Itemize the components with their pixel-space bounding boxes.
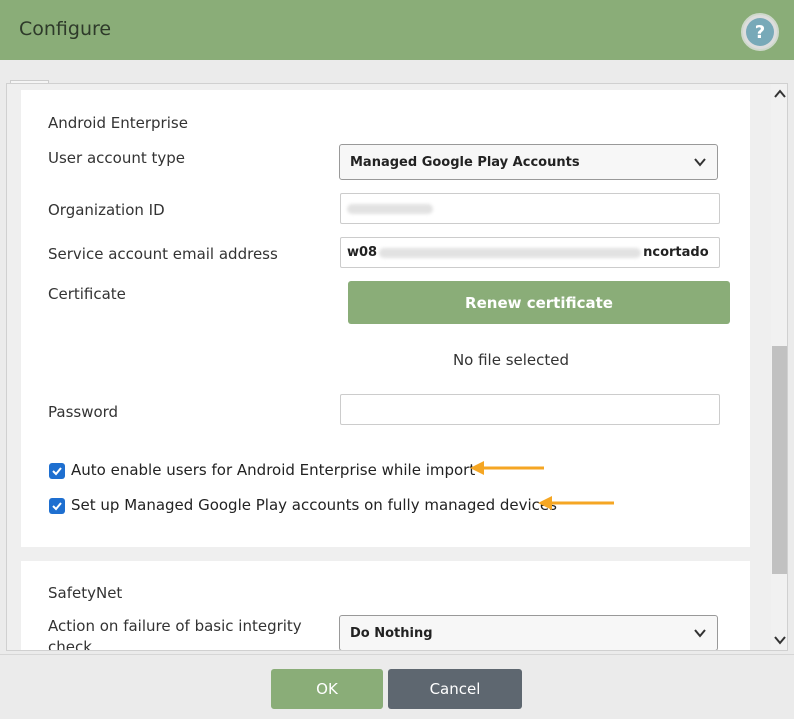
scroll-thumb[interactable] [772, 346, 787, 574]
checkmark-icon [52, 467, 62, 476]
managed-play-label[interactable]: Set up Managed Google Play accounts on f… [71, 496, 557, 514]
chevron-down-icon [694, 629, 706, 638]
help-button[interactable]: ? [741, 13, 779, 51]
safetynet-title: SafetyNet [48, 584, 123, 602]
certificate-label: Certificate [48, 285, 126, 303]
service-account-input[interactable]: w08 ncortado [340, 237, 720, 268]
vertical-scrollbar[interactable] [771, 84, 787, 650]
service-account-prefix: w08 [347, 245, 378, 260]
android-enterprise-title: Android Enterprise [48, 114, 188, 132]
arrow-left-icon [470, 461, 544, 475]
integrity-action-select[interactable]: Do Nothing [339, 615, 718, 650]
user-account-type-value: Managed Google Play Accounts [350, 154, 580, 170]
safetynet-card: SafetyNet Action on failure of basic int… [21, 561, 750, 651]
service-account-suffix: ncortado [643, 245, 709, 260]
integrity-action-label: Action on failure of basic integrity [48, 617, 302, 635]
chevron-up-icon [773, 89, 786, 98]
integrity-action-value: Do Nothing [350, 625, 433, 641]
auto-enable-checkbox[interactable] [49, 463, 65, 479]
integrity-action-label-cont: check [48, 638, 92, 651]
chevron-down-icon [694, 158, 706, 167]
redacted-value [347, 203, 433, 214]
user-account-type-label: User account type [48, 149, 185, 167]
checkmark-icon [52, 502, 62, 511]
user-account-type-select[interactable]: Managed Google Play Accounts [339, 144, 718, 180]
password-input[interactable] [340, 394, 720, 425]
redacted-value [379, 247, 642, 258]
dialog-title: Configure [19, 18, 112, 40]
password-label: Password [48, 403, 119, 421]
arrow-left-icon [538, 496, 614, 510]
renew-certificate-button[interactable]: Renew certificate [348, 281, 730, 324]
no-file-selected-text: No file selected [452, 351, 570, 369]
config-frame: Android Enterprise User account type Man… [6, 83, 788, 651]
auto-enable-label[interactable]: Auto enable users for Android Enterprise… [71, 461, 475, 479]
ok-button[interactable]: OK [271, 669, 383, 709]
android-enterprise-card: Android Enterprise User account type Man… [21, 90, 750, 547]
cancel-button[interactable]: Cancel [388, 669, 522, 709]
managed-play-checkbox[interactable] [49, 498, 65, 514]
dialog-header: Configure ? [0, 0, 794, 60]
scroll-up-button[interactable] [771, 86, 787, 102]
help-icon: ? [746, 18, 774, 46]
dialog-footer: OK Cancel [0, 654, 794, 719]
organization-id-label: Organization ID [48, 201, 165, 219]
scroll-down-button[interactable] [771, 632, 787, 648]
organization-id-input[interactable] [340, 193, 720, 224]
service-account-label: Service account email address [48, 245, 278, 263]
chevron-down-icon [773, 636, 786, 645]
